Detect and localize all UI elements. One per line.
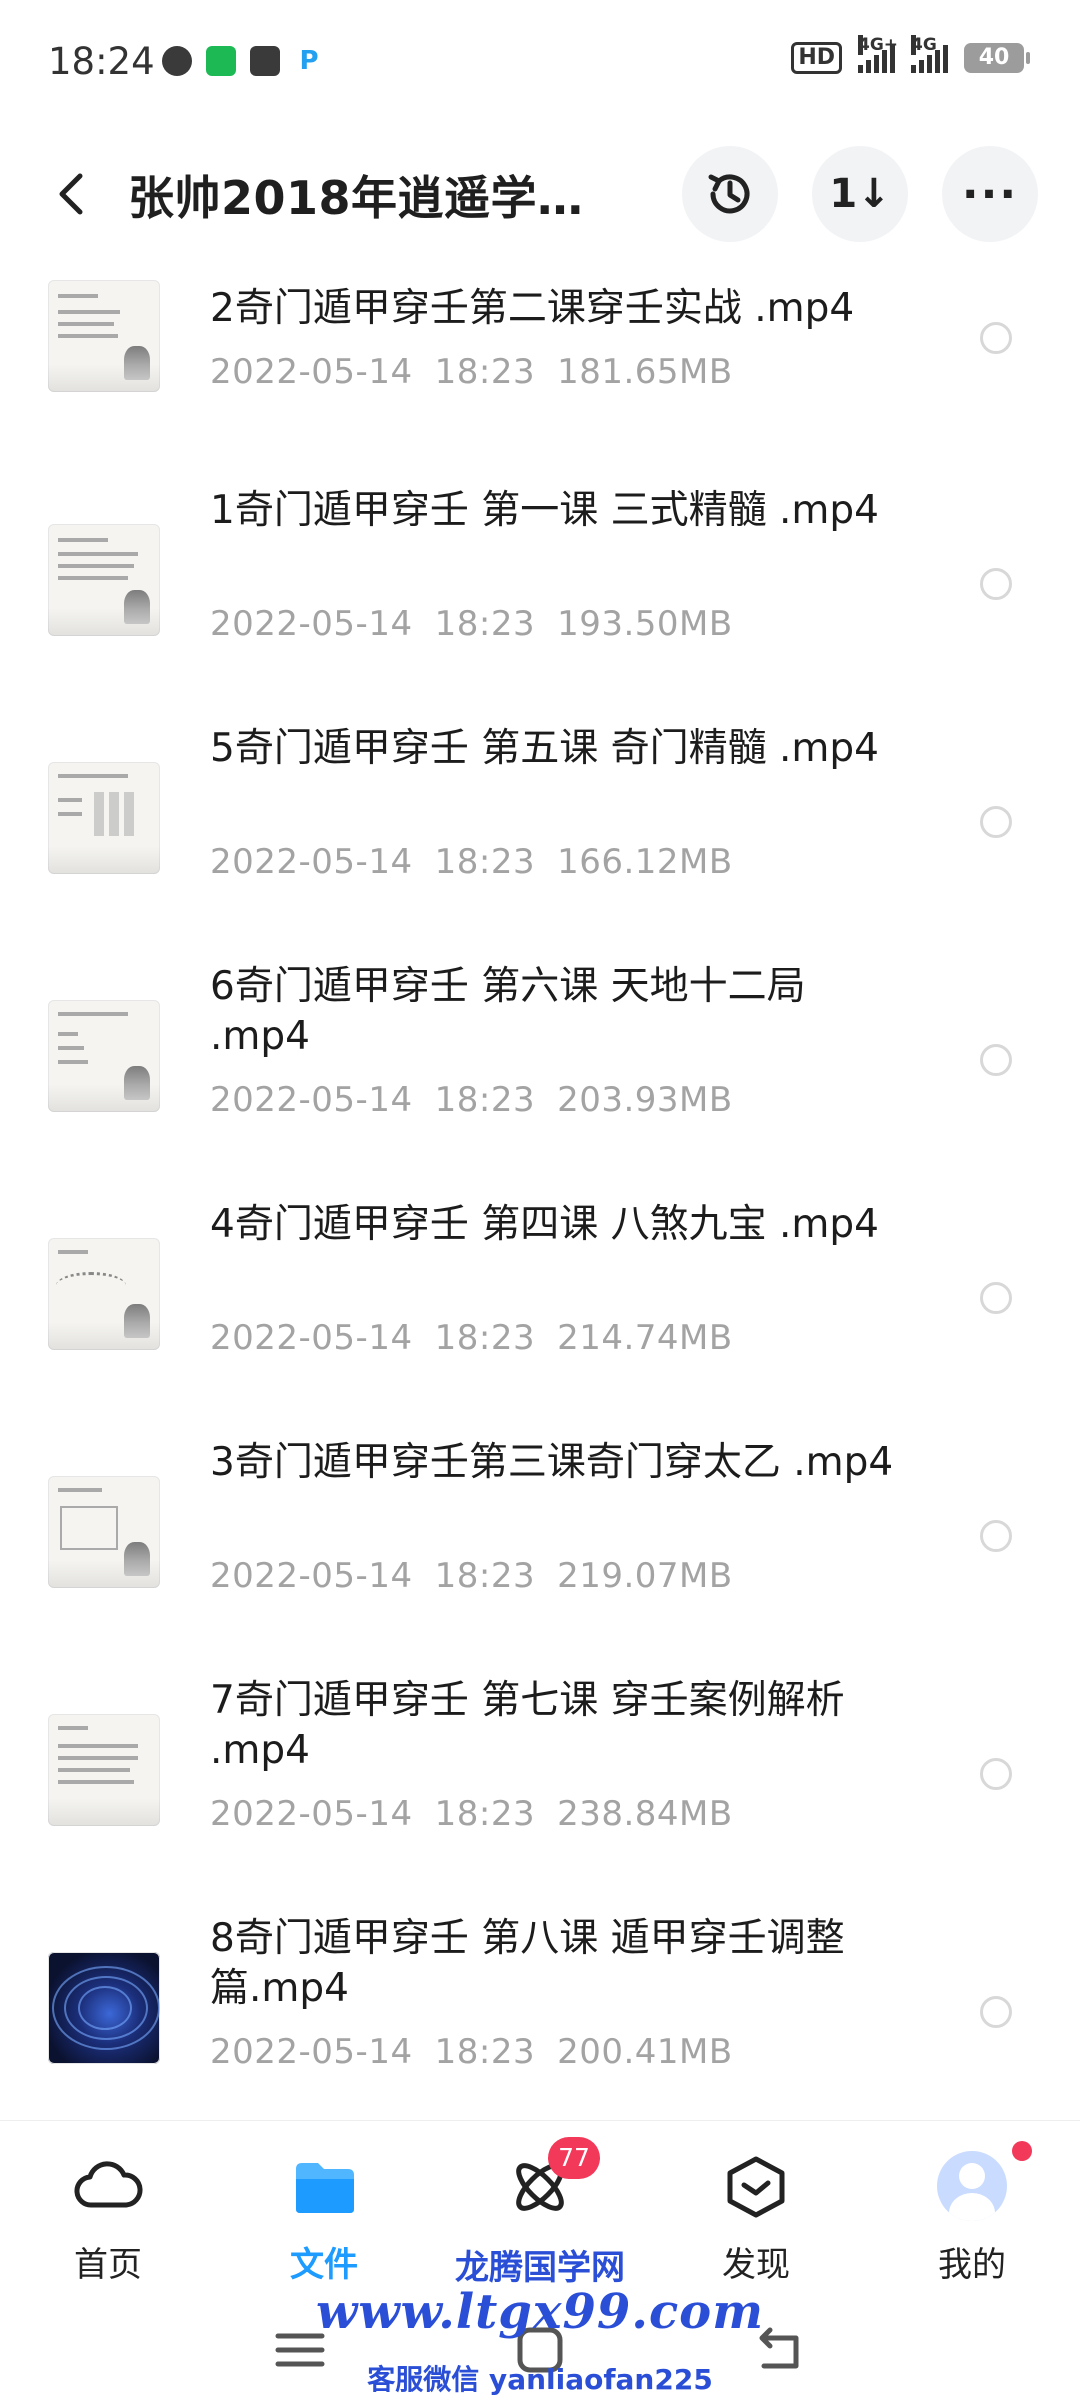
select-radio[interactable] [980, 568, 1012, 600]
status-time: 18:24 [48, 40, 155, 83]
notification-badge: 77 [548, 2137, 600, 2179]
video-thumbnail [48, 762, 160, 874]
file-row[interactable]: 4奇门遁甲穿壬 第四课 八煞九宝 .mp4 2022-05-14 18:23 214… [0, 1176, 1080, 1414]
iqiyi-icon [206, 46, 236, 76]
select-radio[interactable] [980, 1520, 1012, 1552]
more-icon: ··· [961, 168, 1019, 220]
signal-1-icon: 4G+ [858, 35, 898, 73]
select-radio[interactable] [980, 1282, 1012, 1314]
sort-button[interactable]: 1↓ [812, 146, 908, 242]
status-indicators: HD 4G+ 4G 40 [791, 35, 1030, 74]
file-row[interactable]: 7奇门遁甲穿壬 第七课 穿壬案例解析 .mp4 2022-05-14 18:23 2… [0, 1652, 1080, 1890]
file-meta: 2022-05-14 18:23 166.12MB [210, 842, 733, 882]
file-name: 7奇门遁甲穿壬 第七课 穿壬案例解析 .mp4 [210, 1678, 845, 1773]
file-name: 3奇门遁甲穿壬第三课奇门穿太乙 .mp4 [210, 1440, 894, 1485]
status-bar: 18:24 P HD 4G+ 4G 40 [0, 0, 1080, 130]
watermark-url: www.ltgx99.com [316, 2284, 764, 2340]
history-icon [708, 174, 750, 214]
file-meta: 2022-05-14 18:23 203.93MB [210, 1080, 733, 1120]
sort-icon: 1↓ [829, 171, 891, 217]
nav-explore[interactable]: 77 [470, 2137, 610, 2237]
signal-2-icon: 4G [911, 35, 948, 73]
file-row[interactable]: 8奇门遁甲穿壬 第八课 遁甲穿壬调整篇.mp4 2022-05-14 18:23 2… [0, 1890, 1080, 2128]
select-radio[interactable] [980, 1758, 1012, 1790]
page-title: 张帅2018年逍遥学… [128, 171, 584, 225]
video-thumbnail [48, 1000, 160, 1112]
watermark-contact: 客服微信 yanliaofan225 [367, 2363, 713, 2396]
file-row[interactable]: 6奇门遁甲穿壬 第六课 天地十二局 .mp4 2022-05-14 18:23 20… [0, 938, 1080, 1176]
select-radio[interactable] [980, 1044, 1012, 1076]
file-row[interactable]: 3奇门遁甲穿壬第三课奇门穿太乙 .mp4 2022-05-14 18:23 219.… [0, 1414, 1080, 1652]
watermark-title: 龙腾国学网 [455, 2248, 625, 2288]
select-radio[interactable] [980, 322, 1012, 354]
video-thumbnail [48, 524, 160, 636]
folder-icon [288, 2151, 360, 2223]
file-name: 1奇门遁甲穿壬 第一课 三式精髓 .mp4 [210, 488, 879, 533]
file-meta: 2022-05-14 18:23 219.07MB [210, 1556, 733, 1596]
file-list: 2奇门遁甲穿壬第二课穿壬实战 .mp4 2022-05-14 18:23 181.6… [0, 262, 1080, 2128]
atom-icon: 77 [504, 2137, 600, 2223]
video-thumbnail [48, 1476, 160, 1588]
file-name: 2奇门遁甲穿壬第二课穿壬实战 .mp4 [210, 286, 855, 331]
file-name: 4奇门遁甲穿壬 第四课 八煞九宝 .mp4 [210, 1202, 879, 1247]
back-icon[interactable] [44, 164, 104, 224]
cube-icon [720, 2151, 792, 2223]
file-row[interactable]: 2奇门遁甲穿壬第二课穿壬实战 .mp4 2022-05-14 18:23 181.6… [0, 262, 1080, 462]
file-row[interactable]: 1奇门遁甲穿壬 第一课 三式精髓 .mp4 2022-05-14 18:23 193… [0, 462, 1080, 700]
file-meta: 2022-05-14 18:23 200.41MB [210, 2032, 733, 2072]
file-name: 8奇门遁甲穿壬 第八课 遁甲穿壬调整篇.mp4 [210, 1916, 845, 2011]
file-meta: 2022-05-14 18:23 214.74MB [210, 1318, 733, 1358]
battery-icon: 40 [964, 43, 1030, 73]
status-app-icons: P [162, 46, 324, 76]
history-button[interactable] [682, 146, 778, 242]
more-button[interactable]: ··· [942, 146, 1038, 242]
select-radio[interactable] [980, 1996, 1012, 2028]
avatar-icon [936, 2141, 1032, 2223]
video-thumbnail [48, 1952, 160, 2064]
clock-icon [162, 46, 192, 76]
file-name: 5奇门遁甲穿壬 第五课 奇门精髓 .mp4 [210, 726, 879, 771]
avatar [937, 2151, 1007, 2221]
select-radio[interactable] [980, 806, 1012, 838]
file-meta: 2022-05-14 18:23 238.84MB [210, 1794, 733, 1834]
file-name: 6奇门遁甲穿壬 第六课 天地十二局 .mp4 [210, 964, 806, 1059]
file-meta: 2022-05-14 18:23 193.50MB [210, 604, 733, 644]
notification-dot [1012, 2141, 1032, 2161]
video-thumbnail [48, 1238, 160, 1350]
file-meta: 2022-05-14 18:23 181.65MB [210, 352, 733, 392]
file-row[interactable]: 5奇门遁甲穿壬 第五课 奇门精髓 .mp4 2022-05-14 18:23 166… [0, 700, 1080, 938]
cloud-icon [72, 2151, 144, 2223]
header-bar: 张帅2018年逍遥学… 1↓ ··· [0, 140, 1080, 250]
hd-badge: HD [791, 42, 842, 74]
video-thumbnail [48, 280, 160, 392]
mail-icon [250, 46, 280, 76]
pay-icon: P [299, 46, 319, 76]
video-thumbnail [48, 1714, 160, 1826]
